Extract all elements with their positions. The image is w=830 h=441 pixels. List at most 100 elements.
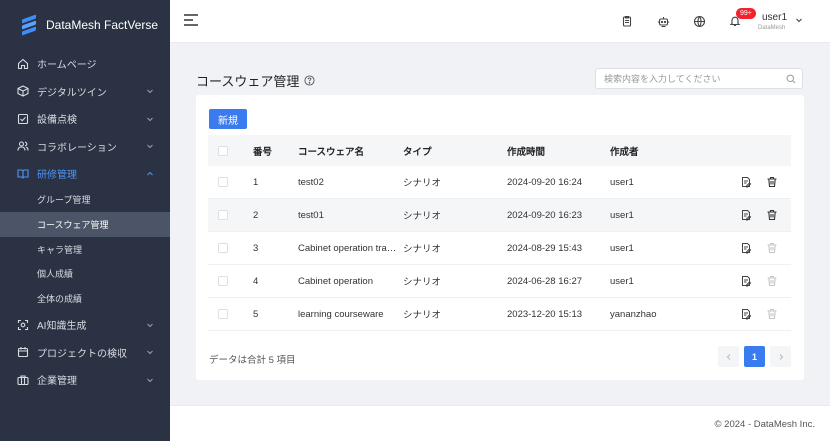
help-icon[interactable] [304,75,315,86]
sidebar-item-training[interactable]: 研修管理 [0,160,170,188]
header-creator[interactable]: 作成者 [610,144,740,158]
row-checkbox[interactable] [218,177,228,187]
globe-icon[interactable] [692,14,706,28]
edit-document-icon[interactable] [740,308,752,320]
sidebar-subitem-label: キャラ管理 [37,244,83,255]
trash-icon[interactable] [766,176,778,188]
cell-type: シナリオ [403,244,442,255]
chevron-right-icon [779,353,783,360]
user-name[interactable]: user1 [762,12,787,23]
table-row[interactable]: 1 test02 シナリオ 2024-09-20 16:24 user1 [208,166,791,199]
search-input[interactable] [596,69,776,88]
sidebar-item-ai-knowledge[interactable]: AI知識生成 [0,311,170,339]
edit-document-icon[interactable] [740,209,752,221]
cell-creator: user1 [610,176,634,188]
calendar-icon [17,346,29,358]
edit-document-icon[interactable] [740,176,752,188]
page-title-text: コースウェア管理 [196,74,300,89]
cell-no: 3 [253,242,259,254]
cell-creator: yananzhao [610,308,657,320]
sidebar-subitem-group[interactable]: グループ管理 [0,188,170,213]
total-count: データは合計 5 項目 [209,355,296,366]
edit-document-icon[interactable] [740,275,752,287]
cell-time: 2024-06-28 16:27 [507,275,583,287]
page-button-current[interactable]: 1 [744,346,765,367]
sidebar-item-label: デジタルツイン [37,87,107,99]
row-checkbox[interactable] [218,210,228,220]
home-icon [17,58,29,70]
user-org: DataMesh [758,25,786,31]
sidebar-subitem-label: グループ管理 [37,195,91,206]
header-no[interactable]: 番号 [253,144,298,158]
sidebar-item-label: 設備点検 [37,115,77,127]
trash-icon-disabled [766,275,778,287]
cell-time: 2024-09-20 16:24 [507,176,583,188]
courseware-card: 新規 番号 コースウェア名 タイプ 作成時間 作成者 1 test02 シナリオ… [196,95,804,380]
row-checkbox[interactable] [218,243,228,253]
chevron-down-icon[interactable] [795,16,803,24]
trash-icon-disabled [766,308,778,320]
trash-icon[interactable] [766,209,778,221]
search-icon[interactable] [786,74,796,84]
cell-name: test01 [298,209,324,221]
sidebar-item-project-acceptance[interactable]: プロジェクトの検収 [0,338,170,366]
brand-logo-icon [22,14,36,36]
ai-icon [17,319,29,331]
book-icon [17,168,29,180]
table-row[interactable]: 3 Cabinet operation training シナリオ 2024-0… [208,232,791,265]
checklist-icon [17,113,29,125]
cell-time: 2023-12-20 15:13 [507,308,583,320]
chevron-down-icon [147,144,153,149]
chevron-left-icon [726,353,730,360]
sidebar-subitem-label: コースウェア管理 [37,220,109,231]
sidebar-subitem-label: 全体の成績 [37,294,83,305]
header-type[interactable]: タイプ [403,144,507,158]
next-page-button[interactable] [770,346,791,367]
cube-icon [17,85,29,97]
robot-icon[interactable] [656,14,670,28]
briefcase-icon [17,374,29,386]
prev-page-button[interactable] [718,346,739,367]
sidebar-item-label: 研修管理 [37,170,77,182]
new-button[interactable]: 新規 [209,109,247,129]
footer: © 2024 - DataMesh Inc. [170,405,830,441]
header-name[interactable]: コースウェア名 [298,144,403,158]
cell-type: シナリオ [403,277,442,288]
table-row[interactable]: 5 learning courseware シナリオ 2023-12-20 15… [208,298,791,331]
table-row[interactable]: 4 Cabinet operation シナリオ 2024-06-28 16:2… [208,265,791,298]
cell-creator: user1 [610,275,634,287]
pagination: 1 [718,346,791,367]
edit-document-icon[interactable] [740,242,752,254]
users-icon [17,140,29,152]
cell-name: Cabinet operation training [298,242,403,254]
copyright: © 2024 - DataMesh Inc. [714,419,815,430]
trash-icon-disabled [766,242,778,254]
sidebar-item-digital-twin[interactable]: デジタルツイン [0,78,170,106]
sidebar: DataMesh FactVerse ホームページ デジタルツイン 設備点検 コ… [0,0,170,441]
clipboard-icon[interactable] [620,14,634,28]
cell-time: 2024-08-29 15:43 [507,242,583,254]
chevron-down-icon [147,89,153,94]
sidebar-subitem-courseware[interactable]: コースウェア管理 [0,212,170,237]
row-checkbox[interactable] [218,276,228,286]
sidebar-subitem-character[interactable]: キャラ管理 [0,237,170,262]
header-time[interactable]: 作成時間 [507,144,610,158]
cell-no: 1 [253,176,259,188]
select-all-checkbox[interactable] [218,145,228,156]
sidebar-subitem-overall-score[interactable]: 全体の成績 [0,286,170,311]
menu-toggle-icon[interactable] [183,13,199,27]
table-row[interactable]: 2 test01 シナリオ 2024-09-20 16:23 user1 [208,199,791,232]
cell-name: learning courseware [298,308,384,320]
topbar: 99+ user1 DataMesh [170,0,830,43]
sidebar-subitem-personal-score[interactable]: 個人成績 [0,262,170,287]
chevron-down-icon [147,378,153,382]
sidebar-item-enterprise[interactable]: 企業管理 [0,366,170,394]
sidebar-menu: ホームページ デジタルツイン 設備点検 コラボレーション 研修管理 グループ管理… [0,50,170,393]
sidebar-item-collaboration[interactable]: コラボレーション [0,133,170,161]
brand[interactable]: DataMesh FactVerse [0,0,170,50]
sidebar-item-home[interactable]: ホームページ [0,50,170,78]
sidebar-item-inspection[interactable]: 設備点検 [0,105,170,133]
row-checkbox[interactable] [218,309,228,319]
cell-no: 4 [253,275,259,287]
chevron-up-icon [147,171,153,176]
